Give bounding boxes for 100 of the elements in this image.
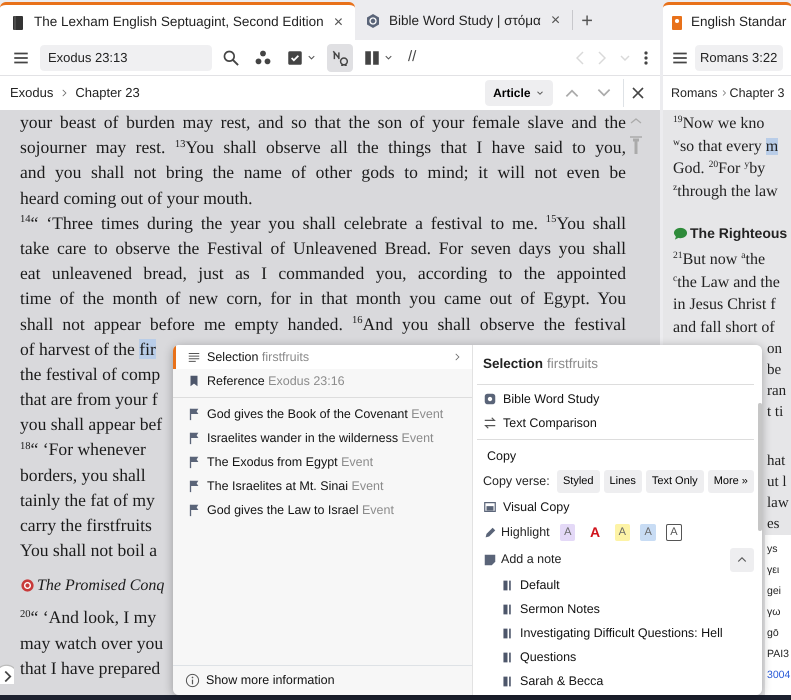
notebook-icon xyxy=(501,578,514,592)
notebook-menu-item[interactable]: Sarah & Becca xyxy=(477,669,754,693)
pencil-icon xyxy=(483,526,497,540)
text-line: eat unleavened bread, just as I commanded you, according to the appointed xyxy=(20,262,626,286)
menu-item[interactable]: Text Comparison xyxy=(477,411,754,435)
copy-option-button[interactable]: Text Only xyxy=(646,470,704,493)
event-menu-item[interactable]: Israelites wander in the wilderness Event xyxy=(173,426,472,450)
interlinear-icon xyxy=(331,48,349,66)
notebook-icon xyxy=(501,650,514,664)
reference-field[interactable]: Romans 3:22 xyxy=(695,44,783,70)
document-tab[interactable]: Bible Word Study | στόμα × xyxy=(355,2,572,40)
copy-menu-item[interactable]: Copy xyxy=(477,444,754,468)
reference-menu-item[interactable]: Reference Exodus 23:16 xyxy=(173,369,472,393)
copy-option-button[interactable]: More » xyxy=(708,470,754,493)
section-heading: The Righteous xyxy=(690,224,788,243)
notebook-icon xyxy=(501,602,514,616)
text-line: that are from your f xyxy=(20,388,158,412)
add-note-label: Add a note xyxy=(501,551,562,568)
document-tab[interactable]: English Standar xyxy=(663,2,791,40)
hexagon-icon xyxy=(365,13,382,29)
speech-bubble-icon xyxy=(673,226,688,240)
text-line: shall not appear before me empty handed. $^{16}$And you shall observe the festival xyxy=(20,312,626,336)
expand-handle-icon xyxy=(0,664,14,684)
text-line: $^{w}$so that every m xyxy=(673,136,778,156)
parallel-link-button[interactable]: // xyxy=(404,44,420,72)
notebook-icon xyxy=(501,674,514,688)
menu-title: Selection firstfruits xyxy=(477,345,754,385)
text-line: $^{20}$“ ‘And look, I my xyxy=(20,606,156,630)
parallel-icon xyxy=(363,48,381,66)
text-fragment: PAI3 xyxy=(767,647,789,662)
breadcrumb-link[interactable]: Romans xyxy=(671,84,718,102)
section-heading: The Promised Conq xyxy=(37,576,164,596)
interlinear-button[interactable] xyxy=(327,44,353,72)
notebook-menu-item[interactable]: Investigating Difficult Questions: Hell xyxy=(477,621,754,645)
text-fragment: ran xyxy=(767,382,786,401)
scroll-up-icon xyxy=(629,116,643,126)
highlight-style-button[interactable]: A xyxy=(614,524,630,541)
kebab-icon xyxy=(644,50,648,64)
text-line: $^{c}$the Law and the xyxy=(673,272,780,292)
scrollbar-thumb[interactable] xyxy=(758,403,762,531)
text-line: the festival of comp xyxy=(20,362,160,386)
rounded-square-icon xyxy=(483,392,497,406)
text-fragment: es xyxy=(767,515,780,534)
notebook-menu-item[interactable]: Sermon Notes xyxy=(477,597,754,621)
scroll-thumb-icon xyxy=(629,136,643,156)
text-fragment: gei xyxy=(767,584,782,599)
event-menu-item[interactable]: God gives the Book of the Covenant Event xyxy=(173,402,472,426)
document-tab[interactable]: The Lexham English Septuagint, Second Edition × xyxy=(0,2,356,40)
notebook-icon xyxy=(501,626,514,640)
text-line: time of the month of new corn, for in that month you came out of Egypt. You xyxy=(20,287,626,310)
notebook-menu-item[interactable]: Questions xyxy=(477,645,754,669)
close-tab-button[interactable]: × xyxy=(548,9,562,33)
close-tab-button[interactable]: × xyxy=(332,10,346,34)
text-line: of harvest of the fir xyxy=(20,338,156,361)
copy-option-button[interactable]: Styled xyxy=(556,470,600,493)
highlight-label: Highlight xyxy=(501,524,550,542)
copy-option-button[interactable]: Lines xyxy=(604,470,642,493)
text-line: $^{z}$through the law xyxy=(673,180,778,202)
reference-field[interactable]: Exodus 23:13 xyxy=(40,44,212,70)
text-line: $^{18}$“ ‘For whenever xyxy=(20,438,146,462)
highlight-style-button[interactable]: A xyxy=(560,524,576,541)
view-dropdown[interactable]: Article xyxy=(485,80,552,106)
breadcrumb-link[interactable]: Chapter 3 xyxy=(730,84,784,102)
event-menu-item[interactable]: The Exodus from Egypt Event xyxy=(173,450,472,474)
window-icon xyxy=(483,500,497,514)
highlight-style-button[interactable]: A xyxy=(640,524,656,541)
breadcrumb-link[interactable]: Chapter 23 xyxy=(75,83,140,103)
selection-menu-item[interactable]: Selection firstfruits xyxy=(173,345,472,369)
text-line: and fall short of xyxy=(673,318,775,338)
text-fragment: be xyxy=(767,361,782,380)
text-fragment: γω xyxy=(767,605,780,620)
info-icon xyxy=(185,673,200,688)
flag-icon xyxy=(187,479,201,493)
text-line: $^{21}$But now $^{a}$the xyxy=(673,249,766,270)
text-line: you shall appear bef xyxy=(20,413,162,436)
text-line: that I have prepared xyxy=(20,656,160,680)
link-fragment[interactable]: 3004 xyxy=(767,665,790,686)
breadcrumb-link[interactable]: Exodus xyxy=(10,83,54,103)
checkbook-icon xyxy=(286,48,304,66)
notebook-menu-item[interactable]: Default xyxy=(477,573,754,597)
tab-title: English Standar xyxy=(691,13,786,32)
text-line: $^{19}$Now we kno xyxy=(673,113,764,134)
text-fragment: ys xyxy=(767,542,778,557)
text-fragment: on xyxy=(767,340,782,359)
event-menu-item[interactable]: The Israelites at Mt. Sinai Event xyxy=(173,474,472,498)
chevron-down-icon xyxy=(620,54,630,60)
new-tab-button[interactable]: + xyxy=(573,2,601,40)
event-menu-item[interactable]: God gives the Law to Israel Event xyxy=(173,498,472,522)
lines-icon xyxy=(187,350,201,364)
show-more-button[interactable]: Show more information xyxy=(173,665,472,695)
text-line: and you shall not bring the name of other gods to mind; it will not even be xyxy=(20,161,626,184)
collapse-button[interactable] xyxy=(730,548,754,572)
highlight-style-button[interactable]: A xyxy=(666,524,682,541)
text-fragment: ut l xyxy=(767,473,787,492)
menu-item[interactable]: Bible Word Study xyxy=(477,387,754,411)
text-fragment: gō xyxy=(767,626,779,641)
highlight-style-button[interactable]: A xyxy=(586,524,604,541)
text-line: heard coming out of your mouth. xyxy=(20,186,253,210)
section-icon xyxy=(20,578,35,594)
visual-copy-menu-item[interactable]: Visual Copy xyxy=(477,495,754,519)
